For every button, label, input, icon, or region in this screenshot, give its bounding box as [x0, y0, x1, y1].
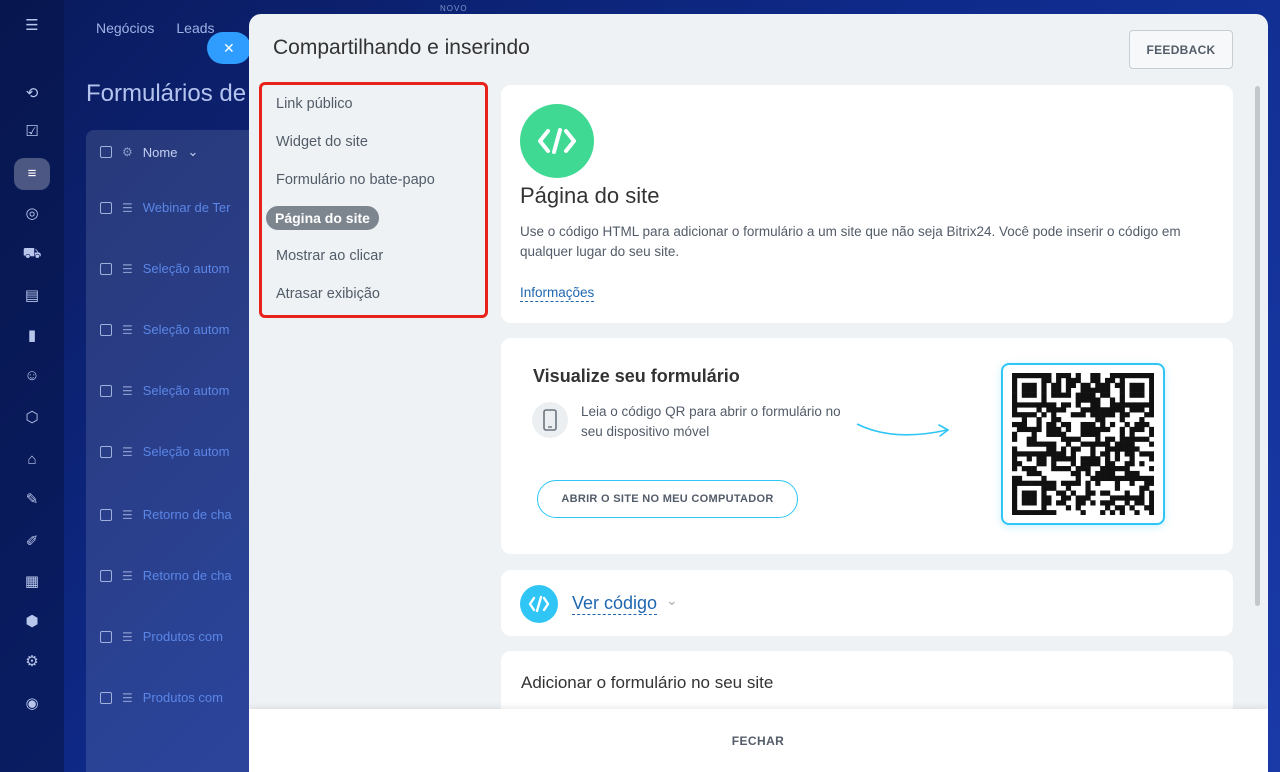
nav-item-negocios[interactable]: Negócios — [96, 20, 154, 36]
drag-handle-icon[interactable]: ☰ — [122, 262, 133, 276]
view-code-link[interactable]: Ver código — [572, 593, 658, 615]
marketing-icon[interactable]: ◎ — [22, 204, 42, 224]
table-row: ☰ Retorno de cha — [100, 568, 232, 583]
close-icon: ✕ — [223, 40, 235, 56]
checkbox[interactable] — [100, 384, 112, 397]
calendar-icon[interactable]: ▦ — [22, 572, 42, 592]
close-slider-button[interactable]: ✕ — [207, 32, 251, 64]
menu-item-widget-do-site[interactable]: Widget do site — [276, 130, 368, 154]
preview-title: Visualize seu formulário — [533, 366, 740, 386]
menu-item-atrasar-exibicao[interactable]: Atrasar exibição — [276, 282, 380, 306]
gear-icon[interactable]: ⚙ — [22, 652, 42, 672]
row-link[interactable]: Seleção autom — [143, 444, 230, 459]
row-link[interactable]: Produtos com — [143, 629, 223, 644]
drag-handle-icon[interactable]: ☰ — [122, 201, 133, 215]
background-table: ⚙ Nome ⌄ ☰ Webinar de Ter ☰ Seleção autom … — [86, 130, 256, 772]
arrow-icon — [856, 423, 950, 437]
robot-icon[interactable]: ☺ — [22, 366, 42, 386]
row-link[interactable]: Retorno de cha — [143, 507, 232, 522]
menu-item-mostrar-ao-clicar[interactable]: Mostrar ao clicar — [276, 244, 383, 268]
close-button[interactable]: FECHAR — [715, 727, 801, 755]
cart-icon[interactable]: ⛟ — [22, 244, 42, 264]
menu-item-formulario-bate-papo[interactable]: Formulário no bate-papo — [276, 168, 435, 192]
menu-icon[interactable]: ☰ — [22, 16, 42, 36]
info-link[interactable]: Informações — [520, 285, 595, 302]
table-row: ☰ Seleção autom — [100, 261, 230, 276]
drag-handle-icon[interactable]: ☰ — [122, 445, 133, 459]
tasks-icon[interactable]: ☑ — [22, 122, 42, 142]
column-header-name[interactable]: Nome — [143, 145, 178, 160]
chevron-down-icon: ⌄ — [187, 144, 199, 159]
site-page-description: Use o código HTML para adicionar o formu… — [520, 224, 1181, 259]
checkbox[interactable] — [100, 691, 112, 704]
drag-handle-icon[interactable]: ☰ — [122, 691, 133, 705]
scrollbar[interactable] — [1255, 86, 1260, 606]
checkbox[interactable] — [100, 445, 112, 458]
panel-footer: FECHAR — [249, 709, 1268, 772]
table-header: ⚙ Nome ⌄ — [100, 144, 198, 160]
row-link[interactable]: Seleção autom — [143, 322, 230, 337]
analytics-icon[interactable]: ▮ — [22, 326, 42, 346]
drag-handle-icon[interactable]: ☰ — [122, 630, 133, 644]
contact-card-icon[interactable]: ▤ — [22, 286, 42, 306]
row-link[interactable]: Webinar de Ter — [143, 200, 231, 215]
checkbox[interactable] — [100, 323, 112, 336]
chevron-down-icon[interactable]: ⌄ — [666, 592, 678, 609]
add-form-title: Adicionar o formulário no seu site — [521, 673, 774, 692]
row-link[interactable]: Produtos com — [143, 690, 223, 705]
background-page-title: Formulários de — [86, 80, 247, 107]
share-embed-panel: Compartilhando e inserindo FEEDBACK Link… — [249, 14, 1268, 772]
drag-handle-icon[interactable]: ☰ — [122, 508, 133, 522]
forms-icon[interactable]: ≡ — [14, 158, 50, 190]
checkbox[interactable] — [100, 262, 112, 275]
drag-handle-icon[interactable]: ☰ — [122, 569, 133, 583]
view-code-card[interactable]: Ver código ⌄ — [501, 570, 1233, 636]
package-icon[interactable]: ⬡ — [22, 408, 42, 428]
gear-icon[interactable]: ⚙ — [122, 145, 133, 159]
qr-code-image — [1012, 373, 1154, 515]
table-row: ☰ Seleção autom — [100, 444, 230, 459]
code-icon — [520, 585, 558, 623]
feedback-button[interactable]: FEEDBACK — [1129, 30, 1233, 69]
preview-card: Visualize seu formulário Leia o código Q… — [501, 338, 1233, 554]
checkbox[interactable] — [100, 569, 112, 582]
left-rail: ☰ ⟲ ☑ ≡ ◎ ⛟ ▤ ▮ ☺ ⬡ ⌂ ✎ ✐ ▦ ⬢ ⚙ ◉ — [0, 0, 64, 772]
top-nav: Negócios Leads — [96, 20, 215, 36]
checkbox[interactable] — [100, 146, 112, 158]
table-row: ☰ Seleção autom — [100, 322, 230, 337]
warehouse-icon[interactable]: ⌂ — [22, 450, 42, 470]
settings-icon[interactable]: ◉ — [22, 694, 42, 714]
qr-instructions: Leia o código QR para abrir o formulário… — [581, 404, 841, 439]
nav-item-leads[interactable]: Leads — [176, 20, 214, 36]
menu-item-pagina-do-site[interactable]: Página do site — [266, 206, 379, 230]
table-row: ☰ Produtos com — [100, 629, 223, 644]
crm-icon[interactable]: ⟲ — [22, 84, 42, 104]
table-row: ☰ Retorno de cha — [100, 507, 232, 522]
phone-icon — [532, 402, 568, 438]
checkbox[interactable] — [100, 508, 112, 521]
table-row: ☰ Seleção autom — [100, 383, 230, 398]
drag-handle-icon[interactable]: ☰ — [122, 384, 133, 398]
row-link[interactable]: Seleção autom — [143, 261, 230, 276]
novo-badge: NOVO — [440, 4, 468, 13]
table-row: ☰ Webinar de Ter — [100, 200, 230, 215]
drag-handle-icon[interactable]: ☰ — [122, 323, 133, 337]
sign-icon[interactable]: ✎ — [22, 490, 42, 510]
share-menu: Link público Widget do site Formulário n… — [259, 82, 488, 318]
open-site-button[interactable]: ABRIR O SITE NO MEU COMPUTADOR — [537, 480, 798, 518]
panel-title: Compartilhando e inserindo — [273, 36, 530, 59]
row-link[interactable]: Retorno de cha — [143, 568, 232, 583]
table-row: ☰ Produtos com — [100, 690, 223, 705]
hex-icon[interactable]: ⬢ — [22, 612, 42, 632]
edit-doc-icon[interactable]: ✐ — [22, 532, 42, 552]
site-page-title: Página do site — [520, 183, 660, 208]
code-icon — [520, 104, 594, 178]
qr-code — [1001, 363, 1165, 525]
site-page-card: Página do site Use o código HTML para ad… — [501, 85, 1233, 323]
menu-item-link-publico[interactable]: Link público — [276, 92, 353, 116]
checkbox[interactable] — [100, 630, 112, 643]
row-link[interactable]: Seleção autom — [143, 383, 230, 398]
checkbox[interactable] — [100, 201, 112, 214]
